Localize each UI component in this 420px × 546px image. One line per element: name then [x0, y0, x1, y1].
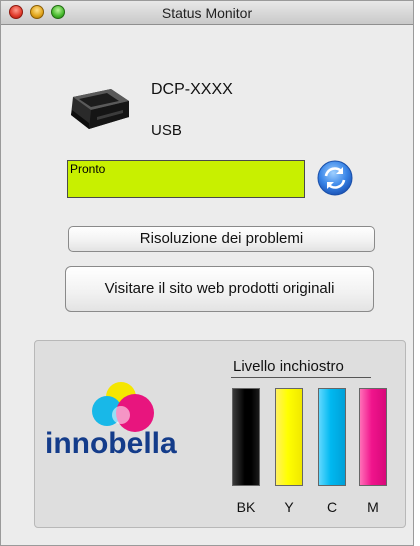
- visit-website-button[interactable]: Visitare il sito web prodotti originali: [65, 266, 374, 312]
- ink-label-magenta: M: [367, 499, 379, 515]
- innobella-logo: innobella: [43, 375, 205, 480]
- ink-level-title: Livello inchiostro: [233, 358, 344, 375]
- status-text: Pronto: [70, 162, 106, 176]
- ink-tank-magenta: [359, 388, 387, 486]
- printer-icon: [67, 83, 133, 140]
- title-bar[interactable]: Status Monitor: [1, 1, 413, 25]
- status-display: Pronto: [67, 160, 305, 198]
- status-monitor-window: Status Monitor DCP-XXXX USB Pronto Risol…: [0, 0, 414, 546]
- ink-level-panel: innobella Livello inchiostro BK Y C M: [34, 340, 406, 528]
- svg-text:innobella: innobella: [45, 427, 177, 460]
- window-title: Status Monitor: [161, 5, 253, 21]
- connection-type: USB: [151, 122, 182, 139]
- ink-tank-yellow: [275, 388, 303, 486]
- ink-label-yellow: Y: [284, 499, 294, 515]
- ink-tank-black: [232, 388, 260, 486]
- ink-title-underline: [231, 377, 371, 378]
- ink-label-cyan: C: [326, 499, 338, 515]
- refresh-icon[interactable]: [317, 160, 353, 201]
- printer-model: DCP-XXXX: [151, 81, 233, 98]
- troubleshooting-button[interactable]: Risoluzione dei problemi: [68, 226, 375, 252]
- ink-tank-cyan: [318, 388, 346, 486]
- ink-label-black: BK: [236, 499, 256, 515]
